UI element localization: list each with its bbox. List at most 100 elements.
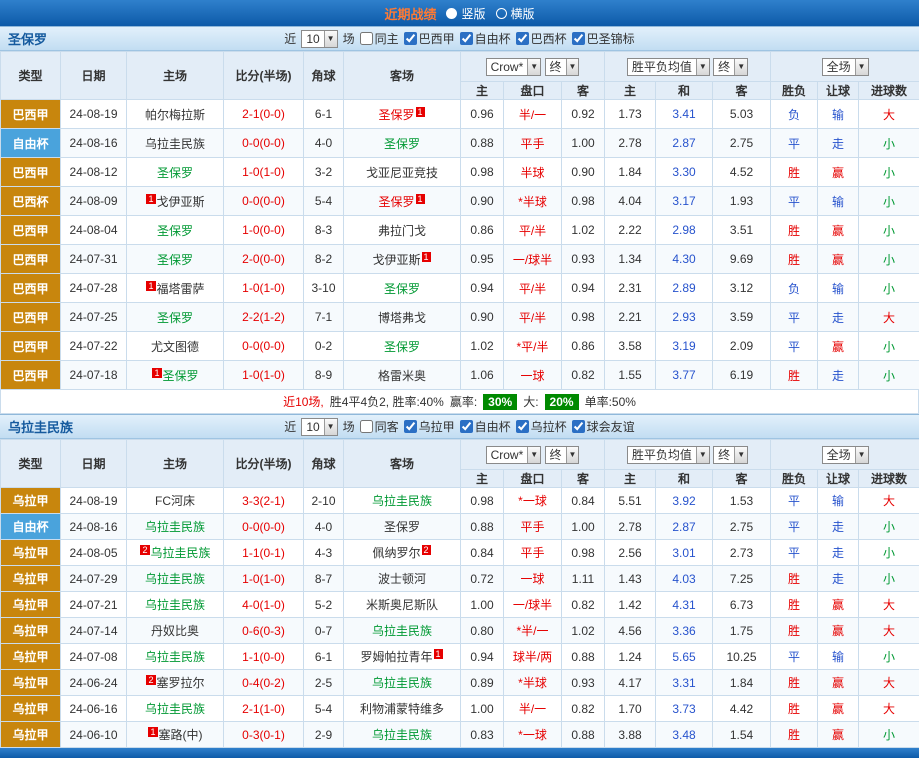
score-link[interactable]: 0-0(0-0)	[224, 514, 304, 540]
team-link[interactable]: 尤文图德	[151, 340, 199, 354]
team-link[interactable]: 圣保罗	[384, 137, 420, 151]
score-link[interactable]: 0-3(0-1)	[224, 722, 304, 748]
result-wdl: 胜	[771, 722, 818, 748]
league-checkbox[interactable]	[460, 420, 473, 433]
score-link[interactable]: 0-0(0-0)	[224, 129, 304, 158]
europe-final-select[interactable]: 终▼	[713, 58, 748, 76]
team-link[interactable]: FC河床	[155, 494, 195, 508]
team-link[interactable]: 格雷米奥	[378, 369, 426, 383]
team-link[interactable]: 圣保罗	[163, 369, 199, 383]
team-link[interactable]: 乌拉圭民族	[145, 520, 205, 534]
league-filter[interactable]: 乌拉杯	[516, 418, 567, 435]
same-venue-checkbox[interactable]: 同客	[360, 418, 399, 435]
team-link[interactable]: 利物浦蒙特维多	[360, 702, 444, 716]
team-link[interactable]: 戈伊亚斯	[372, 253, 420, 267]
team-link[interactable]: 圣保罗	[384, 340, 420, 354]
score-link[interactable]: 1-0(0-0)	[224, 216, 304, 245]
team-link[interactable]: 乌拉圭民族	[372, 676, 432, 690]
team-link[interactable]: 圣保罗	[157, 253, 193, 267]
scope-select[interactable]: 全场▼	[822, 446, 869, 464]
team-link[interactable]: 波士顿河	[378, 572, 426, 586]
score-link[interactable]: 3-3(2-1)	[224, 488, 304, 514]
league-filter[interactable]: 自由杯	[460, 418, 511, 435]
team-link[interactable]: 乌拉圭民族	[145, 598, 205, 612]
team-link[interactable]: 戈亚尼亚竞技	[366, 166, 438, 180]
team-link[interactable]: 圣保罗	[157, 311, 193, 325]
layout-radio-vertical[interactable]: 竖版	[446, 5, 485, 22]
team-link[interactable]: 塞罗拉尔	[157, 676, 205, 690]
league-checkbox[interactable]	[404, 420, 417, 433]
result-handicap: 赢	[818, 618, 859, 644]
league-checkbox[interactable]	[572, 420, 585, 433]
odds-final-select[interactable]: 终▼	[545, 58, 580, 76]
same-venue-checkbox[interactable]: 同主	[360, 30, 399, 47]
team-link[interactable]: 圣保罗	[378, 195, 414, 209]
odds-final-select[interactable]: 终▼	[545, 446, 580, 464]
score-link[interactable]: 2-1(0-0)	[224, 100, 304, 129]
odds-company-select[interactable]: Crow*▼	[486, 446, 542, 464]
team-link[interactable]: 圣保罗	[378, 108, 414, 122]
team-link[interactable]: 乌拉圭民族	[372, 728, 432, 742]
league-checkbox[interactable]	[516, 420, 529, 433]
team-link[interactable]: 罗姆帕拉青年	[360, 650, 432, 664]
team-link[interactable]: 塞路(中)	[159, 728, 203, 742]
score-link[interactable]: 2-0(0-0)	[224, 245, 304, 274]
europe-odds-select[interactable]: 胜平负均值▼	[627, 446, 710, 464]
league-filter[interactable]: 乌拉甲	[404, 418, 455, 435]
score-link[interactable]: 0-6(0-3)	[224, 618, 304, 644]
score-link[interactable]: 1-1(0-0)	[224, 644, 304, 670]
league-checkbox[interactable]	[572, 32, 585, 45]
league-filter[interactable]: 自由杯	[460, 30, 511, 47]
team-link[interactable]: 乌拉圭民族	[372, 494, 432, 508]
team-link[interactable]: 乌拉圭民族	[145, 650, 205, 664]
team-link[interactable]: 戈伊亚斯	[157, 195, 205, 209]
team-link[interactable]: 圣保罗	[384, 520, 420, 534]
scope-select[interactable]: 全场▼	[822, 58, 869, 76]
team-link[interactable]: 博塔弗戈	[378, 311, 426, 325]
recent-count-select[interactable]: 10▼	[301, 30, 337, 48]
team-link[interactable]: 弗拉门戈	[378, 224, 426, 238]
europe-odds-select[interactable]: 胜平负均值▼	[627, 58, 710, 76]
team-link[interactable]: 乌拉圭民族	[151, 546, 211, 560]
team-link[interactable]: 帕尔梅拉斯	[145, 108, 205, 122]
team-link[interactable]: 圣保罗	[384, 282, 420, 296]
team-link[interactable]: 乌拉圭民族	[145, 137, 205, 151]
same-venue-input[interactable]	[360, 32, 373, 45]
league-filter[interactable]: 巴圣锦标	[572, 30, 635, 47]
team-link[interactable]: 福塔雷萨	[157, 282, 205, 296]
europe-final-select[interactable]: 终▼	[713, 446, 748, 464]
team-link[interactable]: 米斯奥尼斯队	[366, 598, 438, 612]
team-link[interactable]: 佩纳罗尔	[372, 546, 420, 560]
league-checkbox[interactable]	[404, 32, 417, 45]
score-link[interactable]: 1-0(1-0)	[224, 361, 304, 390]
score-link[interactable]: 4-0(1-0)	[224, 592, 304, 618]
team-link[interactable]: 丹奴比奥	[151, 624, 199, 638]
team-link[interactable]: 乌拉圭民族	[145, 572, 205, 586]
recent-count-select[interactable]: 10▼	[301, 418, 337, 436]
league-checkbox[interactable]	[516, 32, 529, 45]
league-type: 巴西甲	[1, 274, 61, 303]
score-link[interactable]: 1-1(0-1)	[224, 540, 304, 566]
match-row: 乌拉甲24-07-08乌拉圭民族1-1(0-0)6-1罗姆帕拉青年10.94球半…	[1, 644, 919, 670]
score-link[interactable]: 0-4(0-2)	[224, 670, 304, 696]
corners: 4-3	[304, 540, 344, 566]
layout-radio-horizontal[interactable]: 横版	[496, 5, 535, 22]
score-link[interactable]: 1-0(1-0)	[224, 274, 304, 303]
league-filter[interactable]: 巴西杯	[516, 30, 567, 47]
odds-company-select[interactable]: Crow*▼	[486, 58, 542, 76]
score-link[interactable]: 0-0(0-0)	[224, 187, 304, 216]
score-link[interactable]: 1-0(1-0)	[224, 158, 304, 187]
league-filter[interactable]: 球会友谊	[572, 418, 635, 435]
team-link[interactable]: 乌拉圭民族	[145, 702, 205, 716]
team-link[interactable]: 圣保罗	[157, 224, 193, 238]
asian-handicap: 半球	[504, 158, 562, 187]
score-link[interactable]: 0-0(0-0)	[224, 332, 304, 361]
team-link[interactable]: 圣保罗	[157, 166, 193, 180]
score-link[interactable]: 1-0(1-0)	[224, 566, 304, 592]
team-link[interactable]: 乌拉圭民族	[372, 624, 432, 638]
league-checkbox[interactable]	[460, 32, 473, 45]
score-link[interactable]: 2-1(1-0)	[224, 696, 304, 722]
league-filter[interactable]: 巴西甲	[404, 30, 455, 47]
same-venue-input[interactable]	[360, 420, 373, 433]
score-link[interactable]: 2-2(1-2)	[224, 303, 304, 332]
